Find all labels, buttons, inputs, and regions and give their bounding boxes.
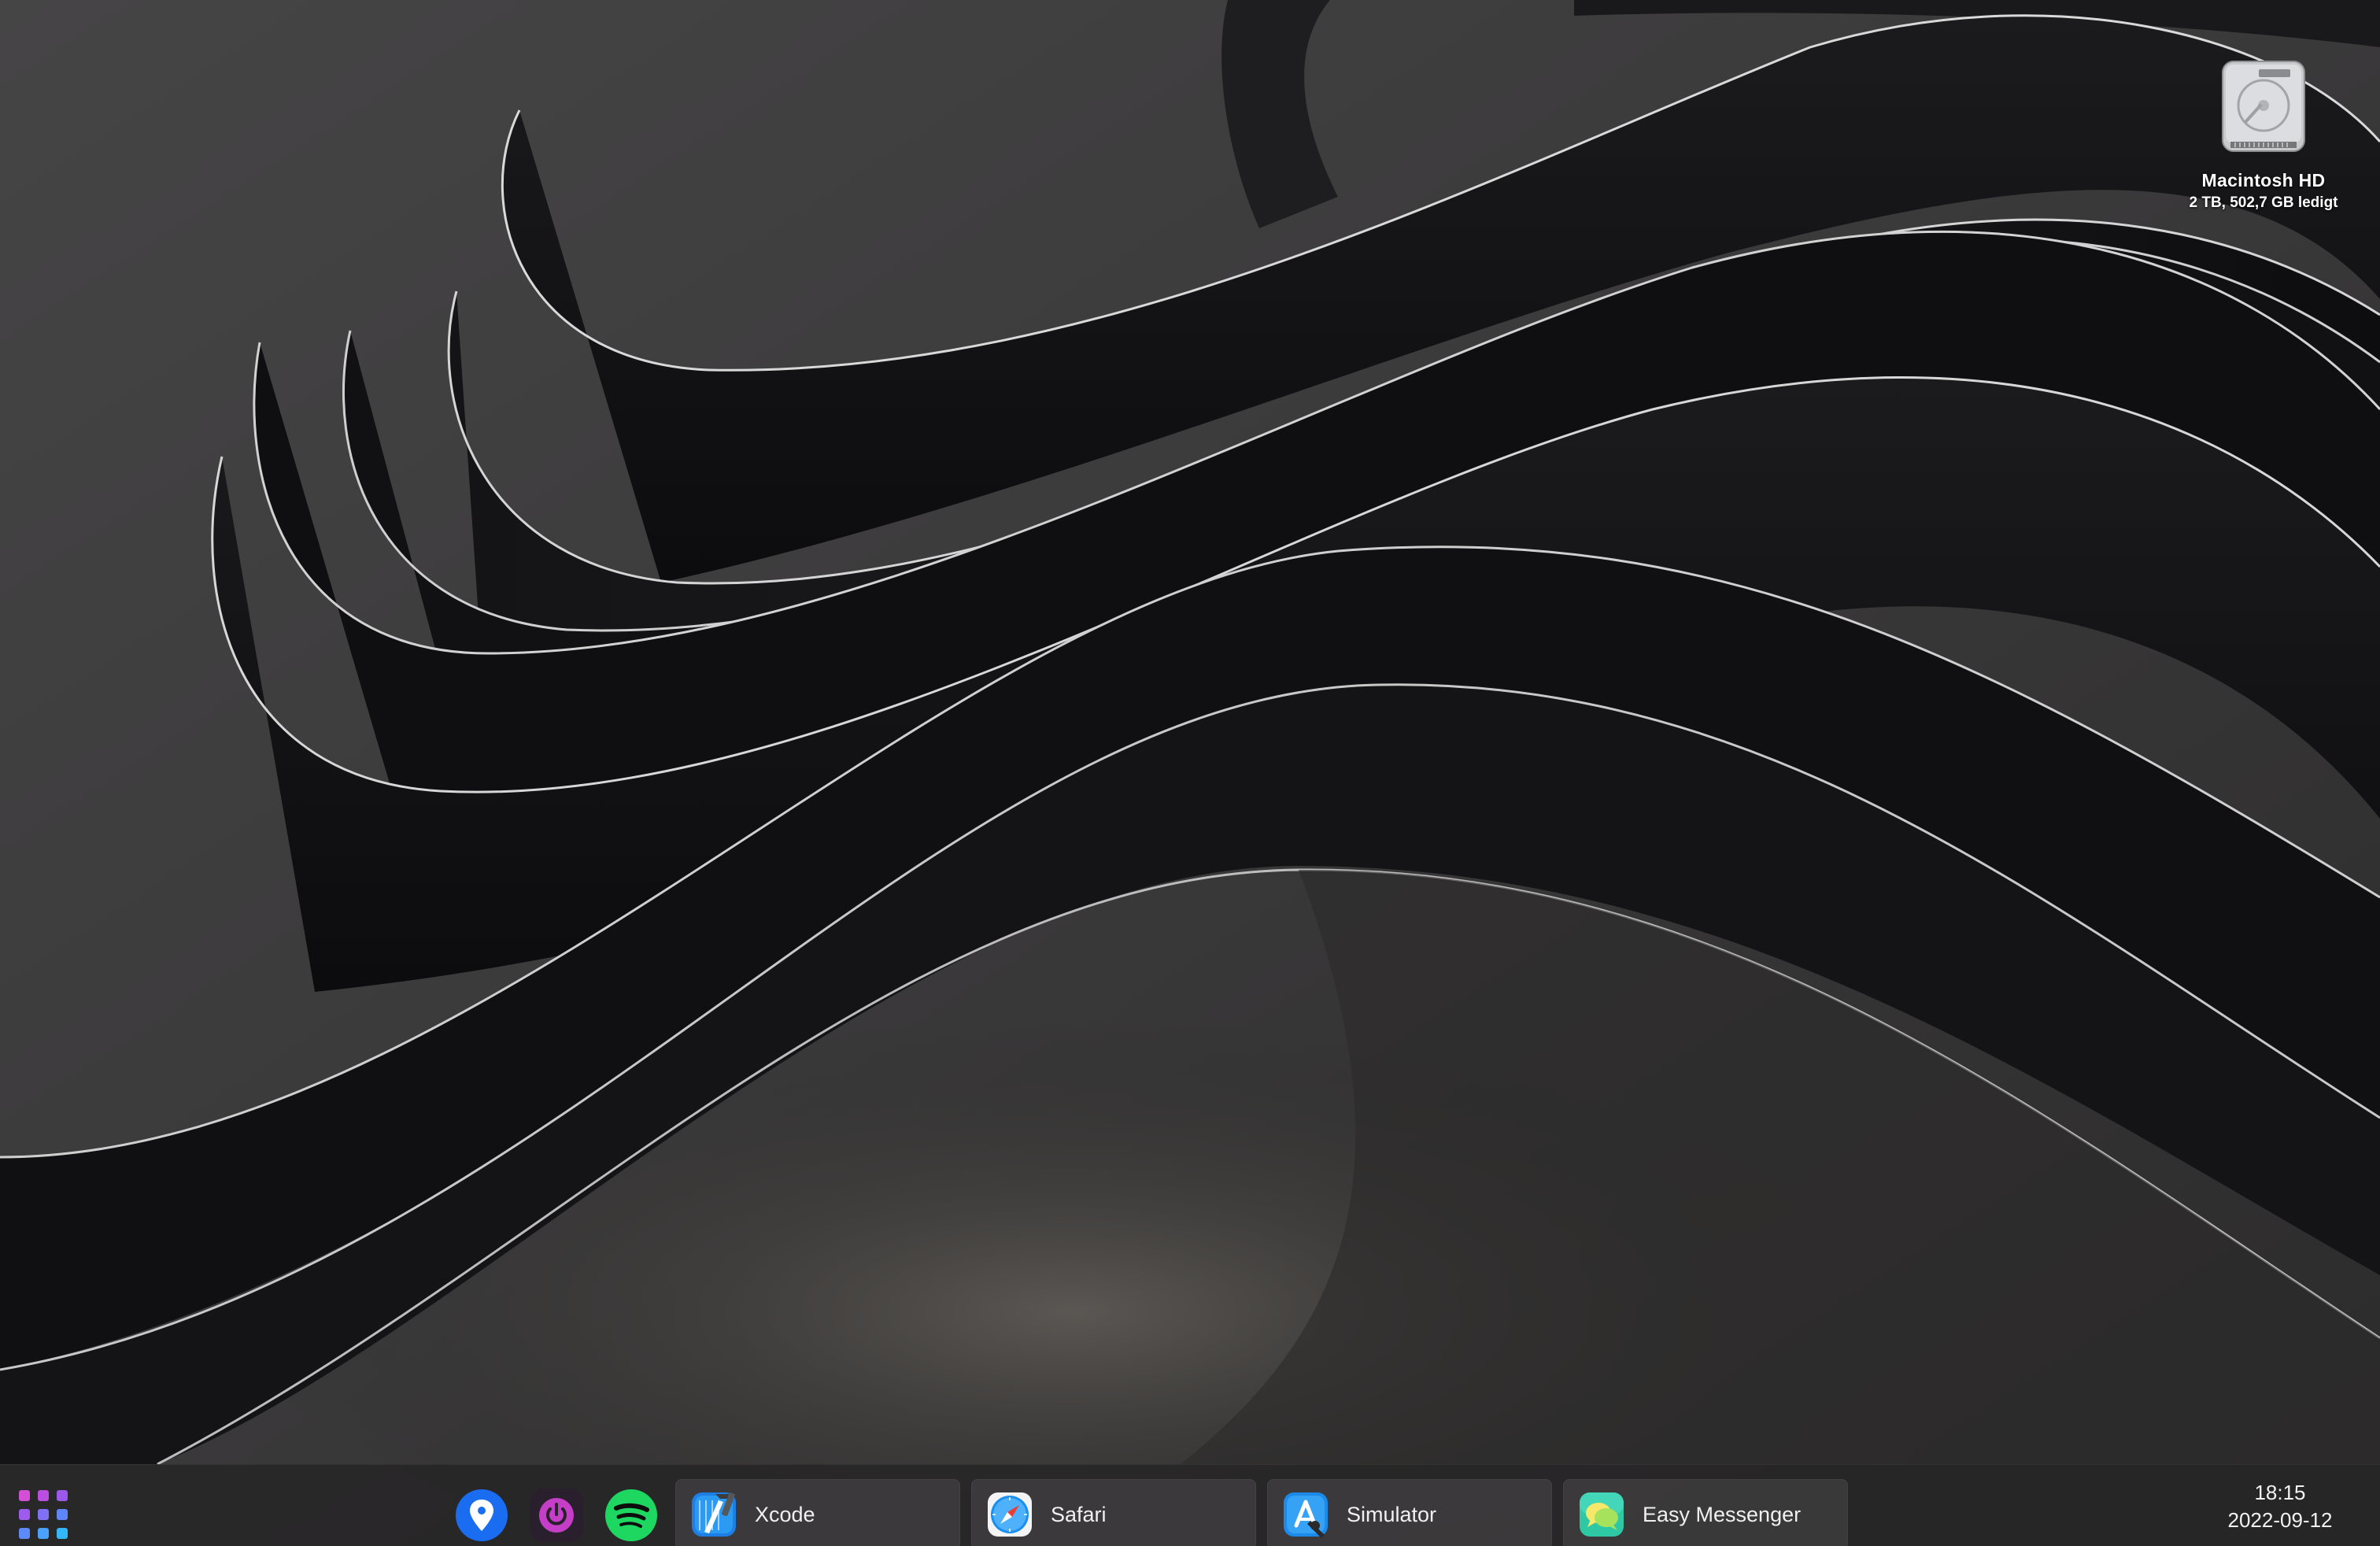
task-label: Safari (1051, 1502, 1107, 1526)
pinned-spotify-app[interactable] (598, 1482, 664, 1546)
task-label: Simulator (1347, 1502, 1437, 1526)
desktop: Macintosh HD 2 TB, 502,7 GB ledigt Xcode… (0, 0, 2380, 1546)
easy-messenger-icon (1580, 1492, 1624, 1537)
pinned-maps-app[interactable] (449, 1482, 515, 1546)
app-launcher-button[interactable] (11, 1482, 76, 1546)
taskbar-item-xcode[interactable]: Xcode (675, 1479, 960, 1546)
drive-capacity: 2 TB, 502,7 GB ledigt (2189, 194, 2338, 211)
simulator-icon (1284, 1492, 1328, 1538)
task-label: Easy Messenger (1643, 1502, 1802, 1526)
taskbar-item-easy-messenger[interactable]: Easy Messenger (1563, 1479, 1848, 1546)
maps-pin-icon (456, 1489, 508, 1541)
taskbar-item-safari[interactable]: Safari (971, 1479, 1256, 1546)
power-icon (530, 1489, 583, 1542)
clock-time: 18:15 (2254, 1481, 2306, 1504)
clock-date: 2022-09-12 (2227, 1508, 2333, 1532)
spotify-icon (605, 1489, 657, 1541)
safari-icon (988, 1492, 1032, 1537)
taskbar: Xcode Safari Simulator Easy Messenger 18… (0, 1464, 2380, 1546)
xcode-icon (692, 1492, 736, 1537)
macintosh-hd-drive[interactable]: Macintosh HD 2 TB, 502,7 GB ledigt (2161, 57, 2366, 212)
pinned-power-app[interactable] (523, 1482, 589, 1546)
task-label: Xcode (755, 1502, 815, 1526)
app-grid-icon (19, 1490, 68, 1539)
hard-drive-icon (2222, 61, 2305, 152)
system-clock[interactable]: 18:15 2022-09-12 (2182, 1481, 2355, 1533)
wallpaper (0, 0, 2380, 1546)
drive-name: Macintosh HD (2201, 170, 2326, 190)
taskbar-item-simulator[interactable]: Simulator (1267, 1479, 1552, 1546)
